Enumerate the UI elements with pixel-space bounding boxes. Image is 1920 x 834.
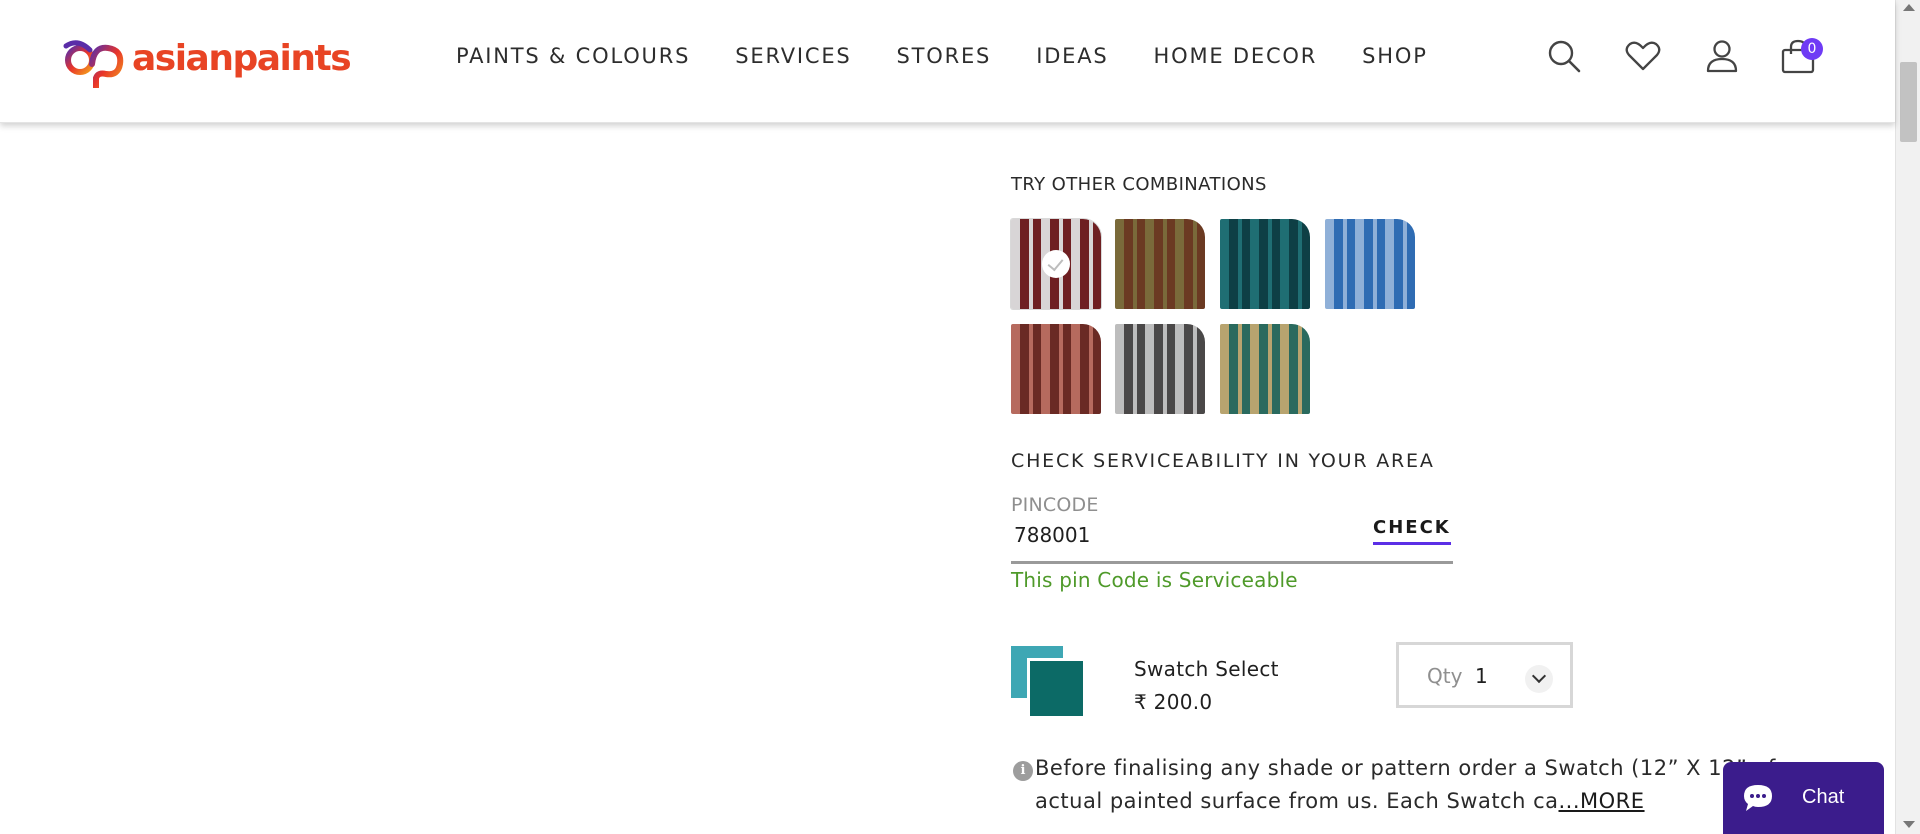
serviceability-title: CHECK SERVICEABILITY IN YOUR AREA bbox=[1011, 450, 1435, 472]
chat-bubble-icon bbox=[1744, 785, 1772, 811]
logo-mark-icon bbox=[63, 40, 124, 88]
nav-home-decor[interactable]: HOME DECOR bbox=[1154, 44, 1318, 68]
main-nav: PAINTS & COLOURS SERVICES STORES IDEAS H… bbox=[456, 44, 1428, 68]
swatch-product-icon bbox=[1011, 646, 1085, 718]
pincode-input[interactable] bbox=[1011, 520, 1361, 550]
nav-services[interactable]: SERVICES bbox=[735, 44, 851, 68]
qty-value: 1 bbox=[1475, 664, 1488, 688]
combination-swatch[interactable] bbox=[1325, 219, 1415, 309]
site-header: asianpaints PAINTS & COLOURS SERVICES ST… bbox=[0, 0, 1895, 123]
logo-text: asianpaints bbox=[132, 37, 352, 79]
search-icon[interactable] bbox=[1546, 38, 1582, 74]
product-name: Swatch Select bbox=[1134, 657, 1279, 681]
pincode-label: PINCODE bbox=[1011, 494, 1099, 516]
asianpaints-logo[interactable]: asianpaints bbox=[60, 34, 352, 88]
scroll-down-arrow-icon[interactable] bbox=[1903, 821, 1915, 828]
quantity-select[interactable]: Qty 1 bbox=[1396, 642, 1573, 708]
check-pincode-button[interactable]: CHECK bbox=[1373, 517, 1451, 545]
nav-shop[interactable]: SHOP bbox=[1362, 44, 1428, 68]
serviceability-status: This pin Code is Serviceable bbox=[1011, 568, 1298, 592]
nav-paints-colours[interactable]: PAINTS & COLOURS bbox=[456, 44, 690, 68]
user-icon[interactable] bbox=[1704, 38, 1740, 74]
cart-count-badge: 0 bbox=[1801, 38, 1823, 60]
scroll-up-arrow-icon[interactable] bbox=[1903, 4, 1915, 11]
wishlist-heart-icon[interactable] bbox=[1625, 38, 1661, 74]
swatch-note-line2: actual painted surface from us. Each Swa… bbox=[1035, 789, 1645, 813]
combination-swatch[interactable] bbox=[1011, 324, 1101, 414]
read-more-link[interactable]: ...MORE bbox=[1559, 789, 1645, 813]
chevron-down-icon[interactable] bbox=[1525, 665, 1553, 693]
info-icon: i bbox=[1013, 761, 1033, 781]
nav-stores[interactable]: STORES bbox=[897, 44, 992, 68]
chat-label: Chat bbox=[1802, 786, 1845, 808]
combination-swatch[interactable] bbox=[1115, 219, 1205, 309]
swatch-note-line2-text: actual painted surface from us. Each Swa… bbox=[1035, 789, 1559, 813]
combinations-title: TRY OTHER COMBINATIONS bbox=[1011, 174, 1267, 195]
nav-ideas[interactable]: IDEAS bbox=[1036, 44, 1108, 68]
qty-label: Qty bbox=[1427, 664, 1463, 688]
product-price: ₹ 200.0 bbox=[1134, 690, 1213, 714]
combination-swatch[interactable] bbox=[1220, 219, 1310, 309]
combination-swatch[interactable] bbox=[1220, 324, 1310, 414]
scroll-thumb[interactable] bbox=[1900, 62, 1917, 142]
swatch-note-line1: Before finalising any shade or pattern o… bbox=[1035, 756, 1776, 780]
combination-swatch[interactable] bbox=[1115, 324, 1205, 414]
combination-swatch[interactable] bbox=[1011, 219, 1101, 309]
chat-button[interactable]: Chat bbox=[1723, 762, 1884, 834]
selected-check-icon bbox=[1042, 250, 1070, 278]
pincode-underline bbox=[1011, 561, 1453, 564]
page-scrollbar[interactable] bbox=[1895, 0, 1920, 834]
